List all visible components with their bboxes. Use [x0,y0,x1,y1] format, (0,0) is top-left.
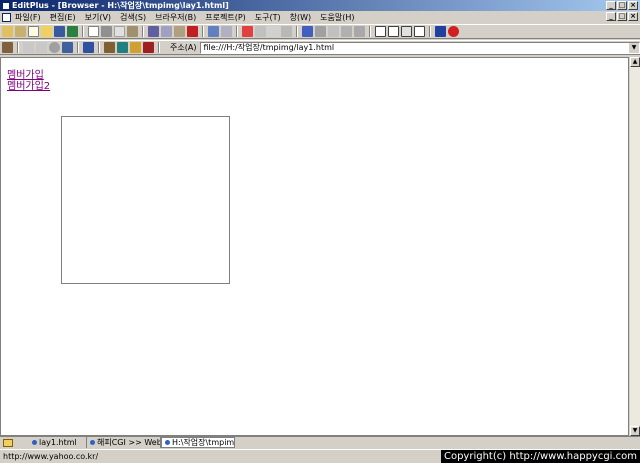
menu-window[interactable]: 창(W) [290,12,312,23]
empty-layer-box [61,116,230,284]
redo-icon[interactable] [221,26,232,37]
title-bar: EditPlus - [Browser - H:\작업장\tmpimg\lay1… [0,0,640,11]
doc-restore-button[interactable]: □ [617,12,627,21]
minimize-button[interactable]: _ [606,1,616,10]
highlight-icon[interactable] [242,26,253,37]
forward-icon[interactable] [36,42,47,53]
address-dropdown-icon[interactable]: ▼ [629,42,639,53]
close-button[interactable]: × [628,1,638,10]
toolbar-separator [142,26,144,37]
ruler-icon[interactable] [328,26,339,37]
zoom-icon[interactable] [62,42,73,53]
toolbar-separator [158,42,160,53]
save-all-icon[interactable] [41,26,52,37]
toolbar-separator [429,26,431,37]
document-tabs: lay1.html 해피CGI >> WebPr H:\작업장\tmpim [0,436,640,448]
tab-label: 해피CGI >> WebPr [97,437,160,447]
stop-icon[interactable] [448,26,459,37]
indent-icon[interactable] [281,26,292,37]
cut-icon[interactable] [101,26,112,37]
preview-icon[interactable] [67,26,78,37]
menu-view[interactable]: 보기(V) [85,12,111,23]
vertical-scrollbar[interactable]: ▲ ▼ [629,57,640,436]
toolbar-separator [82,26,84,37]
window-title: EditPlus - [Browser - H:\작업장\tmpimg\lay1… [12,1,229,10]
browser-icon[interactable] [401,26,412,37]
web-icon[interactable] [117,42,128,53]
copy-icon[interactable] [114,26,125,37]
status-url: http://www.yahoo.co.kr/ [3,452,99,461]
tab-browser[interactable]: H:\작업장\tmpim [161,437,235,448]
address-label: 주소(A) [170,43,197,52]
browser-toolbar: 주소(A) file:///H:/작업장/tmpimg/lay1.html ▼ [0,40,640,55]
goto-icon[interactable] [174,26,185,37]
replace-icon[interactable] [161,26,172,37]
save-icon[interactable] [28,26,39,37]
toolbar-separator [369,26,371,37]
new-icon[interactable] [2,26,13,37]
restore-button[interactable]: □ [617,1,627,10]
help-icon[interactable] [435,26,446,37]
folder-icon[interactable] [3,438,13,447]
menu-file[interactable]: 파일(F) [15,12,41,23]
open-icon[interactable] [15,26,26,37]
font-icon[interactable] [302,26,313,37]
find-icon[interactable] [148,26,159,37]
browser-file-icon [165,440,170,445]
html-file-icon [32,440,37,445]
menu-tools[interactable]: 도구(T) [255,12,281,23]
clip-icon[interactable] [255,26,266,37]
standard-toolbar [0,24,640,39]
delete-icon[interactable] [187,26,198,37]
paste-icon[interactable] [127,26,138,37]
menu-search[interactable]: 검색(S) [120,12,146,23]
tab-happycgi[interactable]: 해피CGI >> WebPr [87,437,161,448]
bookmark-icon[interactable] [143,42,154,53]
document-list-icon[interactable] [268,26,279,37]
member-join2-link[interactable]: 멤버가입2 [7,77,50,92]
browser-content: 멤버가입 멤버가입2 [0,57,629,436]
doc-minimize-button[interactable]: _ [606,12,616,21]
menu-edit[interactable]: 편집(E) [50,12,76,23]
menu-help[interactable]: 도움말(H) [320,12,354,23]
menu-bar: 파일(F) 편집(E) 보기(V) 검색(S) 브라우저(B) 프로젝트(P) … [0,11,640,24]
toolbar-separator [98,42,100,53]
back-icon[interactable] [23,42,34,53]
toolbar-separator [202,26,204,37]
toolbar-separator [17,42,19,53]
scroll-up-button[interactable]: ▲ [630,57,640,67]
font-size-icon[interactable] [83,42,94,53]
doc-close-button[interactable]: × [628,12,638,21]
address-input[interactable]: file:///H:/작업장/tmpimg/lay1.html ▼ [200,41,640,54]
word-wrap-icon[interactable] [315,26,326,37]
tab-label: H:\작업장\tmpim [172,437,235,447]
column-icon[interactable] [354,26,365,37]
tab-lay1[interactable]: lay1.html [29,437,87,448]
copyright-watermark: Copyright(c) http://www.happycgi.com [440,450,640,463]
cliptext-icon[interactable] [414,26,425,37]
menu-browser[interactable]: 브라우저(B) [155,12,196,23]
undo-icon[interactable] [208,26,219,37]
favorite-icon[interactable] [130,42,141,53]
print-icon[interactable] [54,26,65,37]
editplus-app-icon [2,2,10,10]
document-icon[interactable] [2,13,11,22]
line-number-icon[interactable] [341,26,352,37]
toolbar-separator [236,26,238,37]
status-bar: http://www.yahoo.co.kr/ Copyright(c) htt… [0,449,640,463]
scroll-down-button[interactable]: ▼ [630,426,640,436]
tab-label: lay1.html [39,437,77,447]
home-icon[interactable] [104,42,115,53]
split-icon[interactable] [388,26,399,37]
toolbar-separator [296,26,298,37]
address-value: file:///H:/작업장/tmpimg/lay1.html [203,42,335,52]
pen-icon[interactable] [2,42,13,53]
html-file-icon [90,440,95,445]
menu-project[interactable]: 프로젝트(P) [205,12,246,23]
toolbar-separator [77,42,79,53]
refresh-icon[interactable] [49,42,60,53]
window-icon[interactable] [375,26,386,37]
spell-icon[interactable] [88,26,99,37]
